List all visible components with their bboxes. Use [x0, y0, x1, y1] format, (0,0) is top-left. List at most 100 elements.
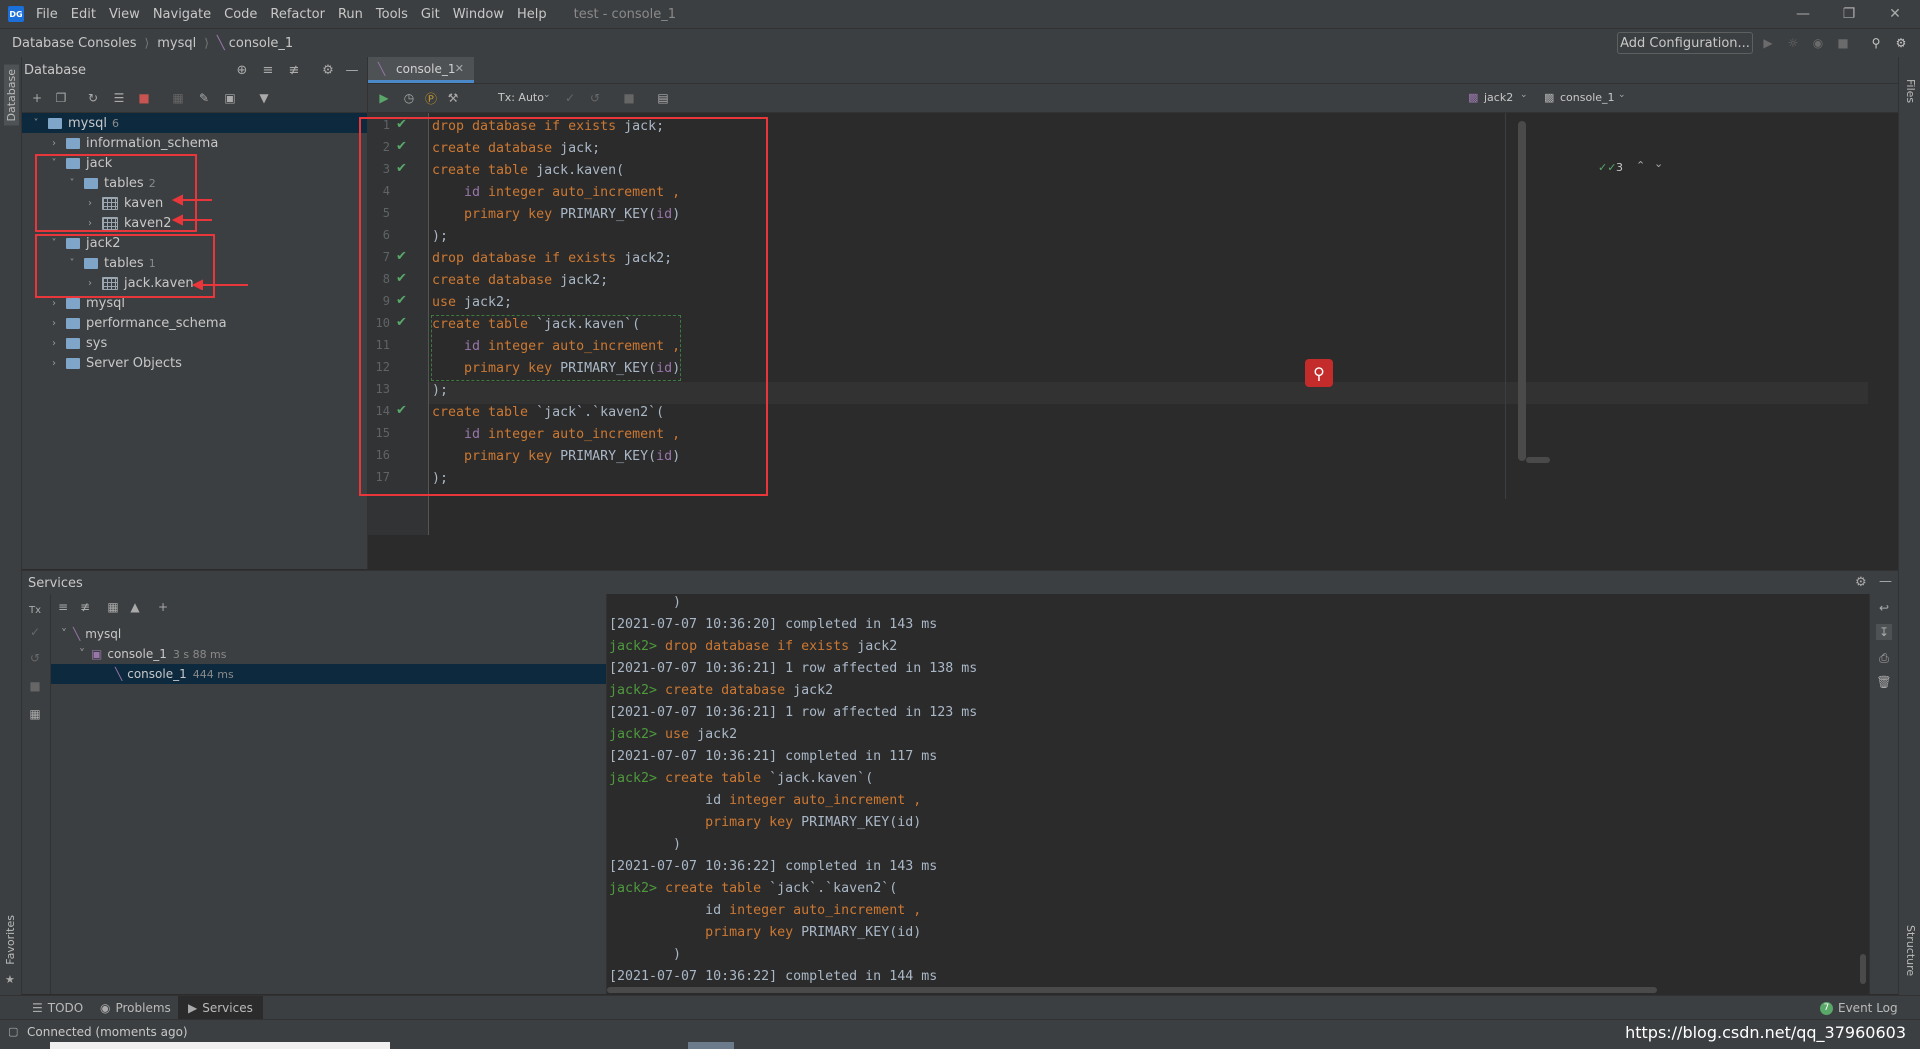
services-tool-button[interactable]: ▶ Services [178, 996, 263, 1020]
collapse-all-icon[interactable]: ≢ [77, 599, 93, 615]
menu-edit[interactable]: Edit [71, 7, 96, 22]
print-icon[interactable]: ⎙ [1876, 650, 1892, 666]
query-console-icon[interactable]: ▣ [222, 90, 238, 106]
tree-node-folder[interactable]: › Server Objects [22, 353, 367, 373]
schema-selector[interactable]: jack2 [1484, 91, 1513, 104]
menu-window[interactable]: Window [453, 7, 504, 22]
gear-icon[interactable]: ⚙ [1855, 575, 1867, 590]
copy-icon[interactable]: ❐ [53, 90, 69, 106]
transaction-icon[interactable]: Tx [27, 602, 43, 618]
chevron-right-icon[interactable]: › [48, 338, 60, 349]
cancel-statement-icon[interactable]: ■ [621, 90, 637, 106]
add-configuration-button[interactable]: Add Configuration... [1617, 32, 1753, 54]
expand-all-icon[interactable]: ≡ [55, 599, 71, 615]
group-icon[interactable]: ▦ [105, 599, 121, 615]
chevron-down-icon[interactable]: ˅ [30, 118, 42, 129]
chevron-up-icon[interactable]: ⌃ [1636, 159, 1645, 172]
coverage-icon[interactable]: ◉ [1810, 35, 1826, 51]
menu-code[interactable]: Code [224, 7, 257, 22]
tree-node-db[interactable]: ˅ mysql 6 [22, 113, 367, 133]
breadcrumb-item[interactable]: mysql [157, 36, 196, 51]
scroll-to-end-icon[interactable]: ↧ [1876, 624, 1892, 640]
menu-view[interactable]: View [109, 7, 140, 22]
favorites-tool-tab[interactable]: Favorites [4, 915, 17, 965]
trash-icon[interactable]: 🗑 [1876, 674, 1892, 690]
chevron-right-icon[interactable]: › [48, 358, 60, 369]
chevron-right-icon[interactable]: › [48, 318, 60, 329]
refresh-icon[interactable]: ↻ [85, 90, 101, 106]
edit-icon[interactable]: ✎ [196, 90, 212, 106]
tree-node-schema[interactable]: › information_schema [22, 133, 367, 153]
gear-icon[interactable]: ⚙ [320, 62, 336, 78]
tree-node-schema[interactable]: › sys [22, 333, 367, 353]
execute-icon[interactable]: ▶ [376, 90, 392, 106]
debug-icon[interactable]: ☼ [1785, 35, 1801, 51]
maximize-button[interactable]: ❐ [1826, 0, 1872, 28]
table-icon[interactable]: ▦ [170, 90, 186, 106]
inspections-ok-icon[interactable]: ✓✓ [1598, 161, 1616, 174]
breadcrumb-item[interactable]: Database Consoles [12, 36, 137, 51]
stop-icon[interactable]: ■ [27, 678, 43, 694]
gear-icon[interactable]: ⚙ [1893, 35, 1909, 51]
chevron-right-icon[interactable]: › [48, 138, 60, 149]
horizontal-scrollbar[interactable] [607, 987, 1657, 993]
add-icon[interactable]: + [29, 90, 45, 106]
breadcrumb-item[interactable]: console_1 [229, 36, 293, 51]
target-icon[interactable]: ⊕ [234, 62, 250, 78]
rollback-icon[interactable]: ↺ [587, 90, 603, 106]
chevron-down-icon[interactable]: ⌄ [1654, 157, 1663, 170]
menu-run[interactable]: Run [338, 7, 363, 22]
horizontal-scrollbar[interactable] [1526, 457, 1550, 463]
menu-help[interactable]: Help [517, 7, 547, 22]
close-window-button[interactable]: ✕ [1872, 0, 1918, 28]
run-icon[interactable]: ▶ [1760, 35, 1776, 51]
menu-navigate[interactable]: Navigate [153, 7, 211, 22]
collapse-all-icon[interactable]: ≢ [286, 62, 302, 78]
console-output[interactable]: ) [2021-07-07 10:36:20] completed in 143 … [607, 594, 1872, 994]
database-tool-tab[interactable]: Database [4, 65, 19, 126]
expand-all-icon[interactable]: ≡ [260, 62, 276, 78]
event-log-tool-button[interactable]: 7 Event Log [1820, 996, 1898, 1020]
vertical-scrollbar[interactable] [1860, 954, 1866, 984]
rollback-icon[interactable]: ↺ [27, 650, 43, 666]
menu-file[interactable]: File [36, 7, 58, 22]
filter-icon[interactable]: ▼ [256, 90, 272, 106]
chevron-right-icon[interactable]: › [48, 298, 60, 309]
stop-icon[interactable]: ■ [136, 90, 152, 106]
commit-icon[interactable]: ✓ [562, 90, 578, 106]
todo-tool-button[interactable]: ☰ TODO [32, 996, 83, 1020]
layout-icon[interactable]: ▦ [27, 706, 43, 722]
menu-refactor[interactable]: Refactor [270, 7, 325, 22]
service-node[interactable]: ╲ console_1 444 ms [51, 664, 606, 684]
transaction-mode-select[interactable]: Tx: Auto [498, 91, 544, 104]
explain-plan-icon[interactable]: Ⓟ [423, 90, 439, 106]
close-tab-icon[interactable]: ✕ [455, 62, 464, 75]
add-icon[interactable]: + [155, 599, 171, 615]
vertical-scrollbar[interactable] [1518, 121, 1526, 461]
chevron-down-icon[interactable]: ˅ [79, 647, 85, 661]
hide-panel-icon[interactable]: — [344, 62, 360, 78]
history-icon[interactable]: ◷ [401, 90, 417, 106]
commit-icon[interactable]: ✓ [27, 624, 43, 640]
minimize-button[interactable]: — [1780, 0, 1826, 28]
schema-icon[interactable]: ☰ [111, 90, 127, 106]
chevron-down-icon[interactable]: ˅ [61, 627, 67, 641]
search-icon[interactable]: ⚲ [1305, 359, 1333, 387]
search-icon[interactable]: ⚲ [1868, 35, 1884, 51]
problems-tool-button[interactable]: ◉ Problems [100, 996, 171, 1020]
hide-panel-icon[interactable]: — [1879, 574, 1892, 589]
filter-icon[interactable]: ▲ [127, 599, 143, 615]
files-tool-tab[interactable]: Files [1904, 79, 1917, 103]
settings-wrench-icon[interactable]: ⚒ [445, 90, 461, 106]
session-selector[interactable]: console_1 [1560, 91, 1615, 104]
structure-tool-tab[interactable]: Structure [1904, 925, 1917, 976]
soft-wrap-icon[interactable]: ↩ [1876, 600, 1892, 616]
tree-node-schema[interactable]: › performance_schema [22, 313, 367, 333]
stop-icon[interactable]: ■ [1835, 35, 1851, 51]
tab-console-1[interactable]: ╲ console_1 ✕ [368, 57, 474, 83]
menu-tools[interactable]: Tools [376, 7, 408, 22]
service-node[interactable]: ˅ ╲ mysql [51, 624, 606, 644]
output-table-icon[interactable]: ▤ [655, 90, 671, 106]
service-node[interactable]: ˅ ▣ console_1 3 s 88 ms [51, 644, 606, 664]
menu-git[interactable]: Git [421, 7, 440, 22]
